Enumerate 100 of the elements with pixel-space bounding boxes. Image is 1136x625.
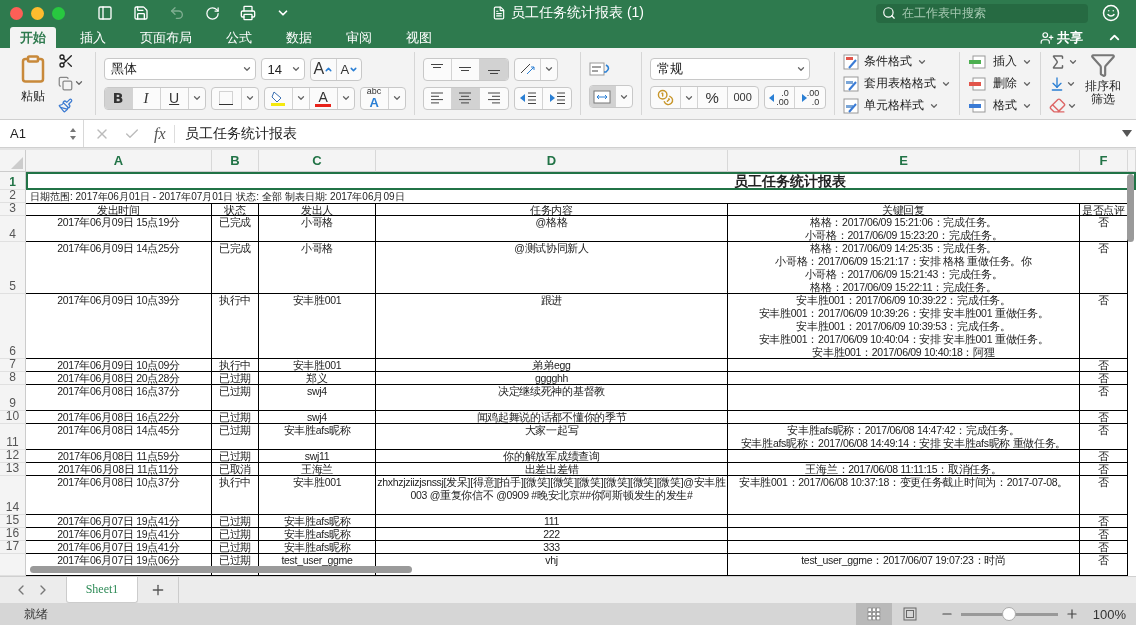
row-header[interactable]: 12 [0, 450, 26, 463]
table-cell: 否 [1080, 294, 1128, 359]
normal-view-button[interactable] [855, 603, 892, 625]
percent-button[interactable]: % [697, 87, 728, 108]
merge-center-button[interactable] [589, 86, 616, 107]
column-header[interactable]: D [376, 150, 728, 172]
comma-style-button[interactable]: 000 [727, 87, 758, 108]
row-header[interactable]: 14 [0, 476, 26, 515]
row-header[interactable]: 7 [0, 359, 26, 372]
vertical-scrollbar[interactable] [1127, 174, 1134, 242]
clear-button[interactable] [1048, 96, 1078, 115]
bold-button[interactable]: B [104, 87, 133, 109]
cells-menu-button[interactable]: 格式 [967, 96, 1032, 115]
row-header[interactable]: 16 [0, 528, 26, 541]
row-header[interactable]: 5 [0, 242, 26, 294]
sheet-title[interactable]: 员工任务统计报表 [26, 172, 1136, 190]
decrease-decimal-button[interactable]: .00 .0 [794, 87, 825, 108]
table-cell: 已过期 [212, 528, 259, 541]
cells-menu-button[interactable]: 插入 [967, 52, 1032, 71]
styles-menu-button[interactable]: 套用表格格式 [842, 74, 951, 93]
table-cell: 2017年06月09日 10点09分 [26, 359, 212, 372]
column-header[interactable]: F [1080, 150, 1128, 172]
zoom-thumb[interactable] [1002, 607, 1017, 621]
column-header[interactable]: C [259, 150, 376, 172]
row-header[interactable]: 1 [0, 172, 26, 190]
sheet-tab[interactable]: Sheet1 [66, 577, 138, 603]
ribbon-tab[interactable]: 开始 [10, 27, 56, 48]
save-icon[interactable] [133, 5, 149, 21]
table-cell: swj11 [259, 450, 376, 463]
copy-icon [58, 76, 73, 91]
row-header[interactable]: 13 [0, 463, 26, 476]
row-header[interactable]: 9 [0, 385, 26, 411]
page-icon [902, 607, 917, 621]
formula-field[interactable]: 员工任务统计报表 [184, 124, 1122, 143]
vertical-align-button[interactable] [479, 58, 508, 80]
share-button[interactable]: 共享 [1034, 27, 1089, 48]
underline-button[interactable]: U [160, 87, 189, 109]
ribbon-tab[interactable]: 数据 [276, 27, 322, 48]
sort-filter-button[interactable]: 排序和筛选 [1083, 52, 1122, 115]
row-header[interactable]: 11 [0, 424, 26, 450]
row-header[interactable]: 2 [0, 190, 26, 203]
row-header[interactable]: 3 [0, 203, 26, 216]
row-header[interactable]: 10 [0, 411, 26, 424]
font-color-button[interactable]: A [309, 87, 338, 109]
name-box[interactable]: A1 [0, 120, 84, 147]
table-cell: 否 [1080, 515, 1128, 528]
zoom-in-icon[interactable] [1064, 607, 1079, 621]
row-header[interactable]: 17 [0, 541, 26, 554]
search-field[interactable]: 在工作表中搜索 [876, 3, 1088, 23]
table-cell: 安丰胜001 [259, 294, 376, 359]
search-input[interactable]: 在工作表中搜索 [900, 5, 1070, 21]
caret-icon [795, 64, 806, 74]
caret-icon [295, 93, 306, 103]
font-size-select[interactable]: 14 [260, 58, 305, 80]
horizontal-align-button[interactable] [451, 87, 480, 109]
number-format-select[interactable]: 常规 [649, 58, 810, 80]
smiley-icon[interactable] [1102, 4, 1120, 22]
row-header[interactable]: 4 [0, 216, 26, 242]
row-header[interactable]: 6 [0, 294, 26, 359]
ribbon-tab[interactable]: 页面布局 [130, 27, 202, 48]
close-button[interactable] [10, 6, 23, 20]
ribbon-tab[interactable]: 审阅 [336, 27, 382, 48]
table-style-icon [842, 53, 859, 70]
column-header[interactable]: E [728, 150, 1080, 172]
sidebar-icon[interactable] [97, 5, 113, 21]
ribbon-tab[interactable]: 插入 [70, 27, 116, 48]
row-header[interactable]: 8 [0, 372, 26, 385]
column-header[interactable]: B [212, 150, 259, 172]
print-icon[interactable] [240, 5, 256, 21]
table-cell: 跟进 [376, 294, 728, 359]
table-cell: 2017年06月08日 11点11分 [26, 463, 212, 476]
italic-button[interactable]: I [132, 87, 161, 109]
font-name-select[interactable]: 黑体 [103, 58, 256, 80]
phonetic-button[interactable]: abc A [360, 87, 389, 109]
increase-indent-icon [547, 91, 566, 105]
table-cell: 否 [1080, 476, 1128, 515]
brush-icon [58, 98, 73, 114]
insert-function-button[interactable]: fx [154, 124, 175, 143]
ribbon-tab[interactable]: 公式 [216, 27, 262, 48]
table-cell: 已过期 [212, 515, 259, 528]
minimize-button[interactable] [31, 6, 44, 20]
ribbon-tab[interactable]: 视图 [396, 27, 442, 48]
table-cell: 已完成 [212, 242, 259, 294]
shrink-font-button[interactable]: A [337, 58, 362, 80]
row-header[interactable]: 15 [0, 515, 26, 528]
cells-menu-button[interactable]: 删除 [967, 74, 1032, 93]
styles-menu-button[interactable]: 条件格式 [842, 52, 951, 71]
styles-menu-button[interactable]: 单元格样式 [842, 96, 951, 115]
increase-decimal-button[interactable]: .0 .00 [764, 87, 795, 108]
grow-font-button[interactable]: A [310, 58, 338, 80]
table-cell: swj4 [259, 385, 376, 411]
decrease-indent-icon [519, 91, 538, 105]
decimal-arrow-icon [799, 93, 807, 102]
zoom-level: 100% [1092, 606, 1126, 622]
column-header[interactable]: A [26, 150, 212, 172]
undo-icon[interactable] [169, 5, 185, 21]
horizontal-scrollbar[interactable] [30, 566, 412, 573]
paste-button[interactable]: 粘贴 [14, 52, 52, 115]
redo-icon[interactable] [205, 5, 220, 21]
zoom-button[interactable] [52, 6, 65, 20]
